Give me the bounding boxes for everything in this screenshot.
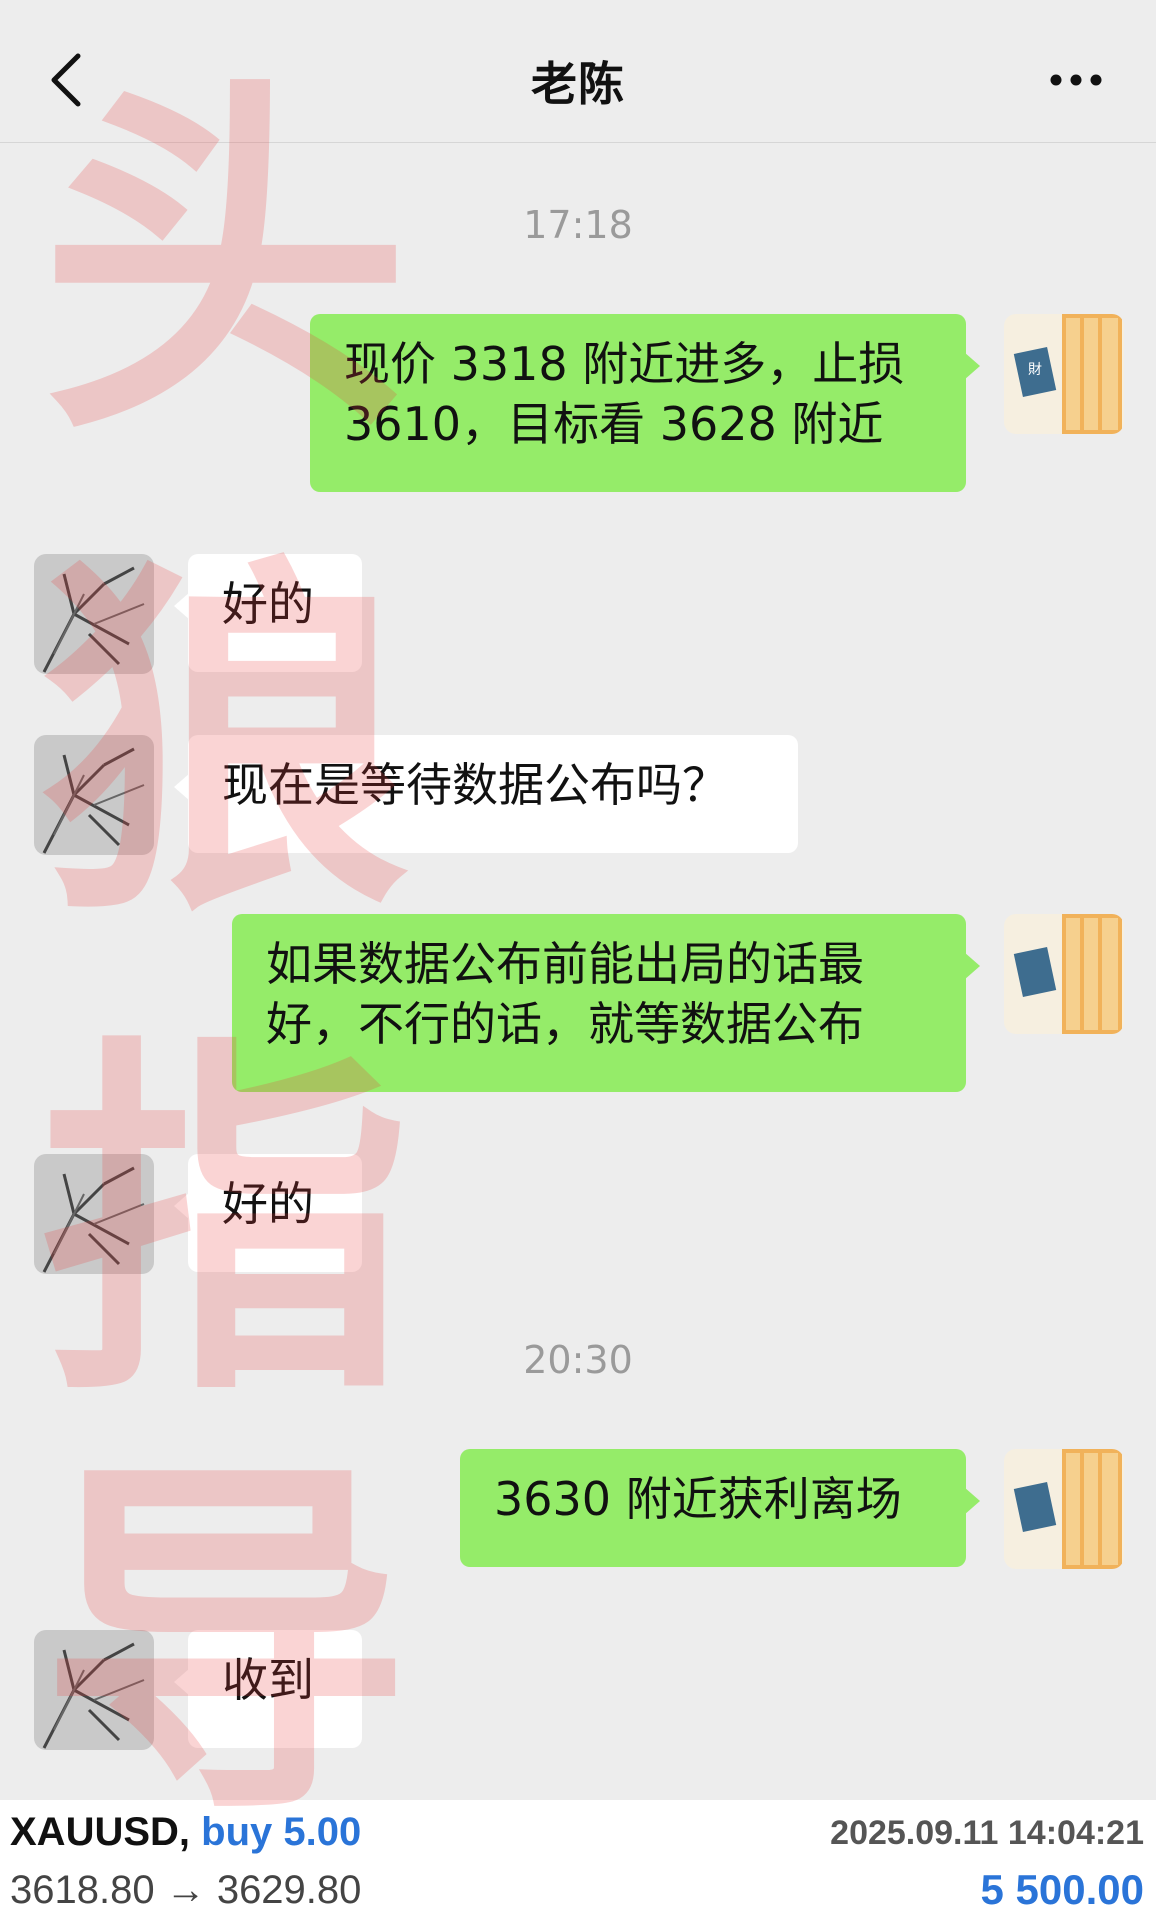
trade-symbol: XAUUSD, [10,1810,191,1854]
message-bubble-outgoing[interactable]: 3630 附近获利离场 [460,1449,980,1567]
message-bubble-incoming[interactable]: 好的 [174,1154,362,1272]
message-text-line: 3610，目标看 3628 附近 [344,397,884,451]
trade-summary: XAUUSD, buy 5.00 3618.80 → 3629.80 2025.… [0,1800,1156,1920]
trade-action: buy 5.00 [201,1810,362,1854]
message-bubble-incoming[interactable]: 现在是等待数据公布吗？ [174,735,798,853]
chat-header: 老陈 [0,0,1156,143]
trade-prices: 3618.80 → 3629.80 [10,1868,362,1912]
avatar-contact[interactable] [34,735,154,855]
avatar-contact[interactable] [34,1154,154,1274]
message-text-line: 好，不行的话，就等数据公布 [266,997,864,1051]
message-bubble-incoming[interactable]: 好的 [174,554,362,672]
time-separator: 20:30 [523,1338,633,1382]
avatar-self[interactable] [1004,1449,1124,1569]
message-bubble-incoming[interactable]: 收到 [174,1630,362,1748]
message-bubble-outgoing[interactable]: 现价 3318 附近进多，止损 3610，目标看 3628 附近 [310,314,980,492]
time-separator: 17:18 [523,203,633,247]
trade-datetime: 2025.09.11 14:04:21 [830,1814,1144,1852]
avatar-contact[interactable] [34,554,154,674]
more-dots-icon[interactable] [1048,62,1104,98]
avatar-badge-text: 財 [1028,362,1042,378]
avatar-contact[interactable] [34,1630,154,1750]
message-bubble-outgoing[interactable]: 如果数据公布前能出局的话最 好，不行的话，就等数据公布 [232,914,980,1092]
avatar-self[interactable] [1004,914,1124,1034]
trade-profit: 5 500.00 [980,1866,1145,1913]
trade-symbol-line: XAUUSD, buy 5.00 [10,1810,361,1855]
chat-title: 老陈 [531,57,625,111]
avatar-self[interactable]: 財 [1004,314,1124,434]
message-text-line: 现价 3318 附近进多，止损 [344,337,905,391]
message-text-line: 如果数据公布前能出局的话最 [266,937,864,991]
